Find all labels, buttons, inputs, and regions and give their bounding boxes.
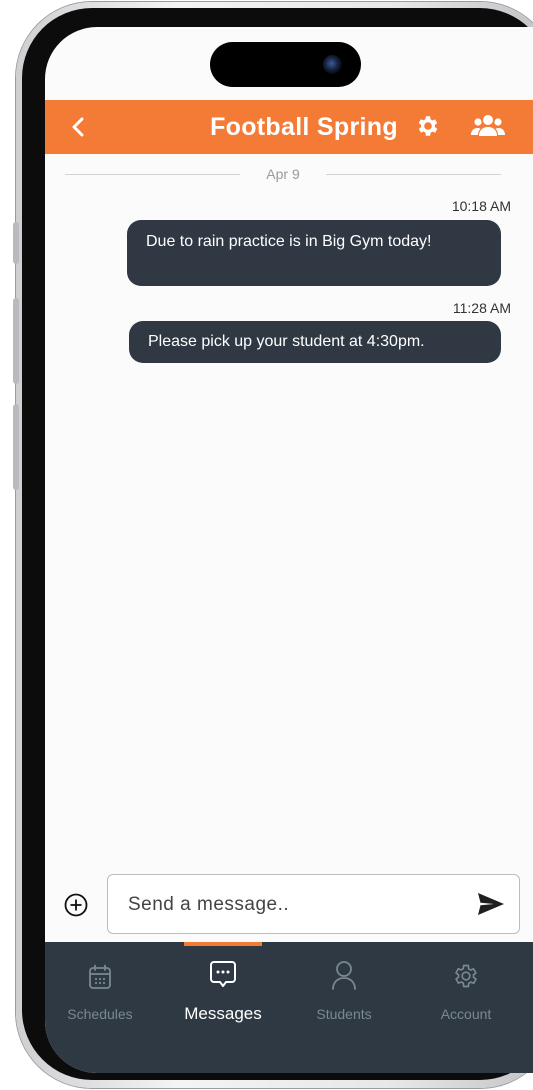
active-tab-indicator — [184, 942, 262, 946]
divider — [65, 173, 241, 175]
gear-icon — [455, 964, 477, 988]
app-screen: Football Spring Apr 9 10:18 AM Due to ra… — [45, 27, 533, 1073]
attach-button[interactable] — [64, 893, 88, 917]
calendar-icon — [89, 964, 111, 989]
settings-button[interactable] — [415, 113, 441, 139]
bottom-nav: Schedules Messages Students Account — [45, 942, 533, 1073]
plus-circle-icon — [64, 893, 88, 917]
dynamic-island — [210, 42, 361, 87]
gear-icon — [418, 116, 438, 136]
tab-label: Students — [316, 1006, 372, 1022]
page-title: Football Spring — [210, 113, 398, 141]
message-input[interactable] — [126, 875, 460, 935]
chat-bubble-icon — [210, 961, 236, 987]
divider — [325, 173, 501, 175]
camera-icon — [323, 55, 342, 74]
send-icon — [478, 893, 504, 915]
users-icon — [471, 115, 505, 136]
message-composer — [107, 874, 520, 935]
message-text: Due to rain practice is in Big Gym today… — [146, 233, 432, 250]
date-label: Apr 9 — [266, 166, 300, 182]
message-bubble[interactable]: Due to rain practice is in Big Gym today… — [127, 220, 501, 286]
tab-messages[interactable]: Messages — [168, 958, 278, 1024]
person-icon — [332, 961, 356, 990]
message-timestamp: 10:18 AM — [451, 198, 511, 214]
message-bubble[interactable]: Please pick up your student at 4:30pm. — [129, 321, 501, 363]
tab-schedules[interactable]: Schedules — [45, 958, 155, 1022]
tab-students[interactable]: Students — [289, 958, 399, 1022]
tab-label: Account — [440, 1006, 492, 1022]
members-button[interactable] — [471, 114, 505, 138]
send-button[interactable] — [477, 892, 505, 916]
message-timestamp: 11:28 AM — [452, 300, 511, 316]
tab-account[interactable]: Account — [411, 958, 521, 1022]
tab-label: Schedules — [67, 1006, 133, 1022]
volume-up-button — [13, 298, 19, 384]
volume-down-button — [13, 404, 19, 490]
mute-switch — [13, 222, 19, 264]
message-text: Please pick up your student at 4:30pm. — [148, 333, 425, 350]
chat-header: Football Spring — [45, 100, 533, 154]
date-separator: Apr 9 — [65, 165, 501, 183]
tab-label: Messages — [184, 1004, 262, 1023]
